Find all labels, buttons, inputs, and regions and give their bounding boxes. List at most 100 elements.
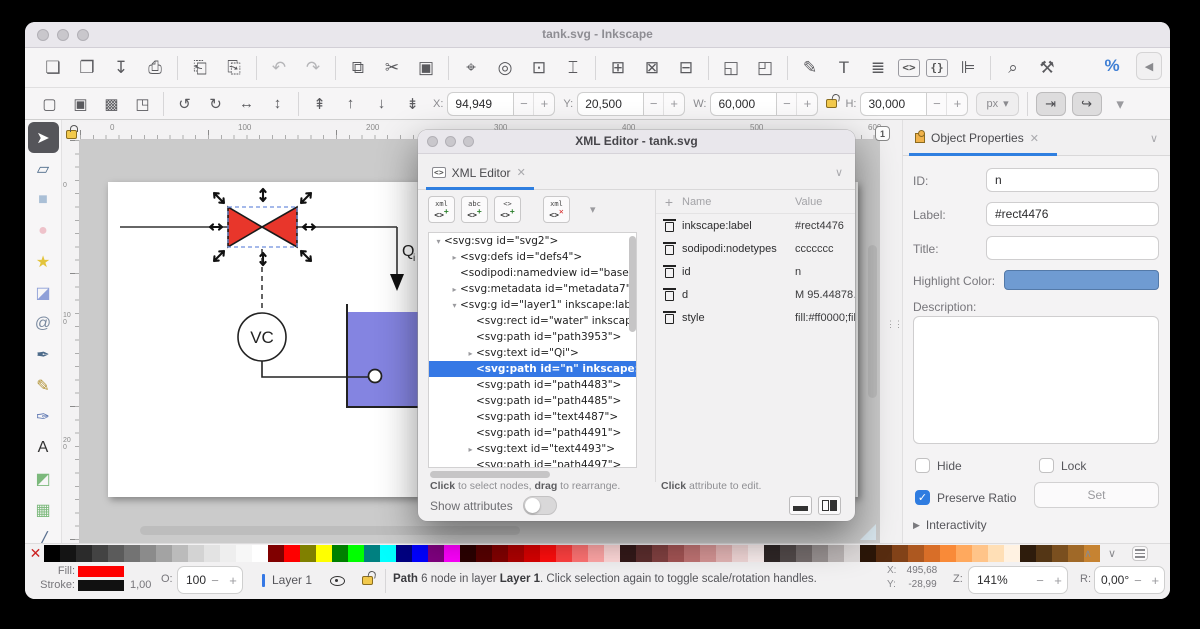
palette-swatch[interactable] [412,545,428,562]
palette-swatch[interactable] [76,545,92,562]
palette-swatch[interactable] [124,545,140,562]
xml-tree-node[interactable]: ▸ <svg:defs id="defs4"> [429,249,636,265]
xml-tree-node[interactable]: <sodipodi:namedview id="base" [429,265,636,281]
print-icon[interactable]: ⎙ [141,55,169,81]
scale-corners-toggle[interactable]: ↪ [1072,92,1102,116]
palette-swatch[interactable] [444,545,460,562]
rectangle-tool[interactable]: ■ [28,184,59,215]
redo-icon[interactable]: ↷ [299,55,327,81]
box3d-tool[interactable]: ◪ [28,277,59,308]
select-all-layers-icon[interactable]: ▣ [68,93,93,115]
palette-swatch[interactable] [300,545,316,562]
palette-swatch[interactable] [652,545,668,562]
interactivity-expander[interactable]: ▶ Interactivity [913,518,987,532]
y-increment-button[interactable]: + [664,93,684,115]
xml-tree-node[interactable]: ▾ <svg:svg id="svg2"> [429,233,636,249]
lock-ratio-icon[interactable] [826,99,837,108]
palette-swatch[interactable] [140,545,156,562]
palette-swatch[interactable] [508,545,524,562]
dropper-tool[interactable]: ╱ [28,525,59,543]
xml-tree-node[interactable]: ▸ <svg:text id="Qi"> [429,345,636,361]
zoom-increment[interactable]: + [1049,573,1067,588]
flip-horizontal-icon[interactable]: ↔ [234,93,259,115]
delete-node-button[interactable]: xml <>✕ [543,196,570,223]
palette-swatch[interactable] [668,545,684,562]
palette-swatch[interactable] [988,545,1004,562]
bbox-toggle-icon[interactable]: ◳ [130,93,155,115]
height-decrement-button[interactable]: − [927,93,947,115]
palette-swatch[interactable] [44,545,60,562]
dock-splitter-handle[interactable]: ⋮⋮ [886,322,894,327]
palette-swatch[interactable] [1036,545,1052,562]
palette-swatch[interactable] [188,545,204,562]
xml-tree-node[interactable]: <svg:path id="text4487"> [429,409,636,425]
star-tool[interactable]: ★ [28,246,59,277]
rotation-input[interactable]: 0,00° [1095,573,1129,587]
deselect-icon[interactable]: ▩ [99,93,124,115]
copy-icon[interactable]: ⧉ [344,55,372,81]
height-input[interactable]: 30,000 [860,92,926,116]
cut-icon[interactable]: ✂ [378,55,406,81]
stroke-color-indicator[interactable] [78,580,124,591]
zoom-decrement[interactable]: − [1031,573,1049,588]
scale-stroke-toggle[interactable]: ⇥ [1036,92,1066,116]
expander-icon[interactable]: ▾ [449,301,460,310]
palette-swatch[interactable] [396,545,412,562]
palette-swatch[interactable] [796,545,812,562]
layers-dialog-icon[interactable]: ≣ [864,55,892,81]
show-attributes-toggle[interactable] [523,496,557,515]
y-decrement-button[interactable]: − [644,93,664,115]
delete-attribute-button[interactable] [656,311,682,324]
palette-swatch[interactable] [332,545,348,562]
palette-swatch[interactable] [924,545,940,562]
palette-swatch[interactable] [716,545,732,562]
palette-swatch[interactable] [524,545,540,562]
height-increment-button[interactable]: + [947,93,967,115]
toolbar-overflow-arrow[interactable]: ▾ [1108,93,1133,115]
layer-lock-icon[interactable] [362,576,373,585]
palette-swatch[interactable] [812,545,828,562]
xml-tree-node[interactable]: <svg:path id="path3953"> [429,329,636,345]
pipe-lines[interactable] [120,227,397,278]
toolbar-dropdown-arrow[interactable]: ▾ [590,203,596,216]
opacity-decrement[interactable]: − [206,573,224,588]
lock-checkbox[interactable] [1039,458,1054,473]
unlink-clone-icon[interactable]: ⊟ [672,55,700,81]
palette-swatch[interactable] [780,545,796,562]
canvas-vertical-scrollbar[interactable] [868,245,877,398]
chevron-down-icon[interactable]: ∨ [1150,132,1158,145]
find-icon[interactable]: ⌕ [999,55,1027,81]
palette-swatch[interactable] [700,545,716,562]
rotation-decrement[interactable]: − [1129,573,1146,588]
layer-visibility-eye-icon[interactable] [329,572,345,588]
palette-swatch[interactable] [908,545,924,562]
open-document-icon[interactable]: ❐ [73,55,101,81]
hide-checkbox[interactable] [915,458,930,473]
xml-tree-node[interactable]: ▾ <svg:g id="layer1" inkscape:labe [429,297,636,313]
delete-attribute-button[interactable] [656,242,682,255]
spiral-tool[interactable]: @ [28,308,59,339]
measure-icon[interactable]: ⌶ [559,55,587,81]
lower-to-bottom-icon[interactable]: ⇟ [400,93,425,115]
text-dialog-icon[interactable]: T [830,55,858,81]
x-increment-button[interactable]: + [534,93,554,115]
palette-swatch[interactable] [220,545,236,562]
xml-node-tree[interactable]: ▾ <svg:svg id="svg2"> ▸ <svg:defs id="de… [428,232,637,468]
palette-swatch[interactable] [492,545,508,562]
tab-xml-editor[interactable]: <> XML Editor ✕ [426,158,534,187]
xml-tree-node[interactable]: <svg:path id="n" inkscape:lab [429,361,636,377]
xml-tree-node[interactable]: ▸ <svg:metadata id="metadata7"> [429,281,636,297]
brackets-dialog-icon[interactable]: {} [926,59,948,77]
palette-swatch[interactable] [1052,545,1068,562]
pencil-tool[interactable]: ✎ [28,370,59,401]
y-input[interactable]: 20,500 [577,92,643,116]
fill-color-indicator[interactable] [78,566,124,577]
new-text-node-button[interactable]: abc <>+ [461,196,488,223]
xml-tree-node[interactable]: <svg:path id="path4491"> [429,425,636,441]
canvas-horizontal-scrollbar[interactable] [140,526,520,535]
palette-swatch[interactable] [156,545,172,562]
palette-swatch[interactable] [60,545,76,562]
expander-icon[interactable]: ▸ [465,349,476,358]
title-input[interactable] [986,236,1159,260]
palette-swatch[interactable] [428,545,444,562]
